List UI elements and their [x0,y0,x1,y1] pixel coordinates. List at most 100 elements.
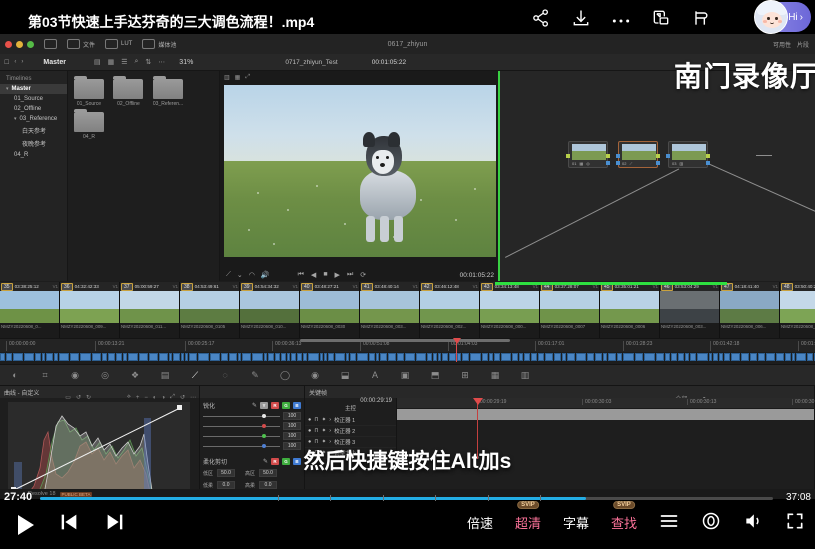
clip-thumbnail[interactable]: 3705:00:59:27V1NMZY20220608_011... [120,282,180,338]
curves-panel[interactable]: 曲线 - 自定义 ▭ ↺ ↻ [0,386,200,499]
timeline-clip[interactable] [433,353,437,361]
timeline-clip[interactable] [545,353,553,361]
timeline-clip[interactable] [320,353,323,361]
timeline-clip[interactable] [690,353,696,361]
bin-item[interactable]: 04_R [74,112,104,140]
timeline-clip[interactable] [229,353,237,361]
timeline-clip[interactable] [221,353,228,361]
chevron-right-icon[interactable]: › [329,417,331,423]
progress-area[interactable]: 27:40 37:08 [0,493,815,505]
node-key-in-port[interactable] [616,161,620,165]
bin-item[interactable]: 03_Referen... [153,79,183,107]
timeline-clip[interactable] [46,353,53,361]
toolbar-left-icons[interactable]: ☐ ‹ › [0,59,23,66]
chip-y[interactable]: Y [260,402,268,409]
timeline-clip[interactable] [719,353,723,361]
node-key-port[interactable] [706,161,710,165]
eyedropper-icon[interactable]: ⟡ [127,394,131,401]
share-icon[interactable] [531,8,551,33]
keyframes-master-bar[interactable] [397,409,814,420]
detail-view-icon[interactable]: ☰ [121,58,127,66]
timeline-clip[interactable] [792,353,795,361]
timeline-clip[interactable] [531,353,537,361]
slider-knob[interactable] [262,414,266,418]
eye-icon[interactable]: ◯ [270,370,300,381]
lock-icon[interactable]: ⊓ [314,428,318,434]
timeline-clip[interactable] [35,353,41,361]
loop-icon[interactable]: ⟳ [360,271,366,279]
grid-view-icon[interactable]: ▦ [108,58,115,66]
brush-icon[interactable]: ✎ [240,370,270,381]
quality-button[interactable]: SVIP 超清 [515,513,541,532]
menu-item-2[interactable]: 媒体池 [142,39,176,49]
timeline-clip[interactable] [665,353,670,361]
timeline-clip[interactable] [92,353,101,361]
timeline-clip[interactable] [405,353,415,361]
node-key-port[interactable] [656,161,660,165]
window-icon[interactable]: ▣ [390,370,420,381]
grab-still-icon[interactable]: ⊞ [450,370,480,381]
timeline-clip[interactable] [576,353,586,361]
timeline-clip[interactable] [449,353,456,361]
timeline-clip[interactable] [42,353,45,361]
timeline-clip[interactable] [671,353,677,361]
chevron-right-icon[interactable]: › [21,59,23,65]
checkbox-icon[interactable]: ☐ [4,59,9,66]
clip-thumbnail[interactable]: 4403:37:28:07V1NMZY20220608_0007 [540,282,600,338]
timeline-clip[interactable] [24,353,34,361]
timeline-clip[interactable] [291,353,296,361]
progress-bar[interactable] [40,497,773,500]
lock-icon[interactable]: ⊓ [314,417,318,423]
clip-thumbnail[interactable]: 3503:38:25:12V1NMZY20220608_0... [0,282,60,338]
timeline-clip[interactable] [308,353,319,361]
export-icon[interactable]: ⬒ [420,370,450,381]
viewer-split-icon[interactable]: ▦ [235,74,241,81]
slider-track[interactable] [203,436,280,437]
timeline-clip[interactable] [427,353,432,361]
slider-row-y[interactable]: 100 [200,411,304,421]
curves-panel-icons[interactable]: ▭ ↺ ↻ [65,394,95,401]
sharpen-panel[interactable]: ⟡ + − ◐ ◑ ⤢ ↺ ⋯ 锐化 ✎ Y R G [200,386,305,499]
plus-icon[interactable]: + [136,395,140,401]
timeline-clip[interactable] [482,353,488,361]
blur-icon[interactable]: ◌ [210,370,240,380]
timeline-scrollbar[interactable] [300,339,510,342]
clip-thumbnail[interactable]: 3804:53:49:61V1NMZY20220608_0105 [180,282,240,338]
timeline-clip[interactable] [346,353,349,361]
timeline-clip[interactable] [617,353,622,361]
media-pool-tree[interactable]: Timelines ▾ Master 01_Source 02_Offline … [0,71,68,281]
fullscreen-icon[interactable] [785,511,805,534]
node-input-port[interactable] [616,154,620,158]
timeline-name[interactable]: 0717_zhiyun_Test [285,59,337,66]
timeline-clip[interactable] [376,353,379,361]
prev-clip-icon[interactable]: ⏮ [298,271,304,279]
crop-icon[interactable]: ⌗ [30,370,60,381]
node-output-port[interactable] [656,154,660,158]
bin-grid[interactable]: 01_Source 02_Offline 03_Referen... 04_R [68,71,220,281]
timeline-clip[interactable] [524,353,530,361]
timeline-clip[interactable] [608,353,616,361]
mask-icon[interactable]: ◑ [162,395,166,401]
timeline-clip[interactable] [297,353,302,361]
timeline-clip[interactable] [494,353,500,361]
timeline-clip[interactable] [741,353,749,361]
timeline-clip[interactable] [554,353,561,361]
timeline-clip[interactable] [538,353,544,361]
node-graph[interactable]: 01 ▦ ◎ 02 ⟋ [500,71,815,281]
settings-icon[interactable] [701,511,721,534]
clip-thumbnail-strip[interactable]: 3503:38:25:12V1NMZY20220608_0...3604:32:… [0,282,815,338]
invert-icon[interactable]: ◐ [153,395,157,401]
play-icon[interactable] [18,515,34,535]
clip-thumbnail[interactable]: 4203:46:12:48V1NMZY20220608_002... [420,282,480,338]
timeline-clip[interactable] [116,353,122,361]
visibility-icon[interactable]: ✦ [322,428,327,434]
timeline-clip[interactable] [6,353,12,361]
clip-thumbnail[interactable]: 4103:48:40:14V1NMZY20220608_003... [360,282,420,338]
playlist-icon[interactable] [659,513,679,532]
sort-icon[interactable]: ⇅ [145,58,151,66]
node-key-port[interactable] [606,161,610,165]
timeline-clip[interactable] [185,353,188,361]
timeline-clip[interactable] [335,353,345,361]
keyframe-row[interactable]: ● ⊓ ✦ › 校正器 1 [305,415,396,426]
loop-icon[interactable]: ◎ [90,370,120,381]
